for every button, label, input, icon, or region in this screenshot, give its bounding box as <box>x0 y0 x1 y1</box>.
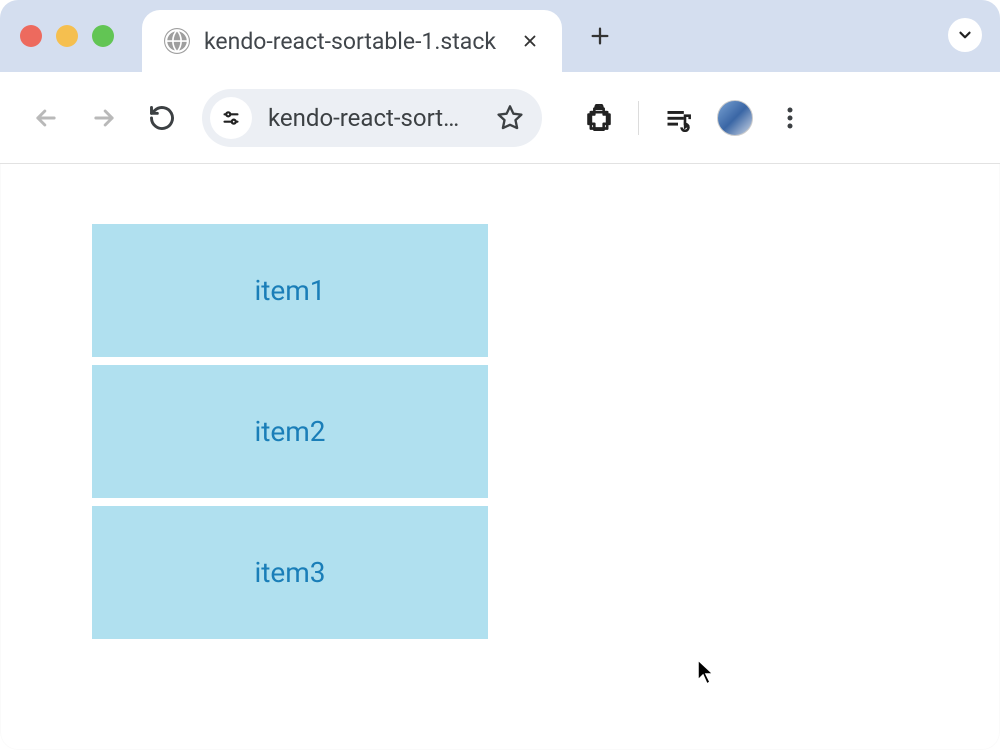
tab-overflow-button[interactable] <box>948 18 982 52</box>
bookmark-star-icon[interactable] <box>496 104 524 132</box>
new-tab-button[interactable] <box>586 22 614 50</box>
active-tab[interactable]: kendo-react-sortable-1.stack <box>142 10 562 72</box>
window-controls <box>20 25 114 47</box>
sortable-item[interactable]: item2 <box>92 365 488 498</box>
sortable-item-label: item3 <box>254 556 325 589</box>
browser-window: kendo-react-sortable-1.stack <box>0 0 1000 750</box>
sortable-list: item1 item2 item3 <box>92 224 488 639</box>
url-text: kendo-react-sort… <box>268 104 480 132</box>
window-close-button[interactable] <box>20 25 42 47</box>
toolbar: kendo-react-sort… <box>0 72 1000 164</box>
page-content: item1 item2 item3 <box>0 164 1000 750</box>
toolbar-right <box>582 100 805 136</box>
sortable-item[interactable]: item1 <box>92 224 488 357</box>
sortable-item-label: item1 <box>254 274 325 307</box>
reload-button[interactable] <box>144 100 180 136</box>
tab-bar: kendo-react-sortable-1.stack <box>0 0 1000 72</box>
media-control-icon[interactable] <box>661 101 695 135</box>
extensions-icon[interactable] <box>582 101 616 135</box>
tab-title: kendo-react-sortable-1.stack <box>204 28 506 55</box>
site-settings-icon[interactable] <box>210 97 252 139</box>
globe-icon <box>164 28 190 54</box>
cursor-icon <box>696 658 716 686</box>
sortable-item[interactable]: item3 <box>92 506 488 639</box>
window-maximize-button[interactable] <box>92 25 114 47</box>
back-button[interactable] <box>28 100 64 136</box>
forward-button[interactable] <box>86 100 122 136</box>
close-tab-button[interactable] <box>520 31 540 51</box>
window-minimize-button[interactable] <box>56 25 78 47</box>
sortable-item-label: item2 <box>254 415 325 448</box>
toolbar-divider <box>638 101 639 135</box>
address-bar[interactable]: kendo-react-sort… <box>202 89 542 147</box>
profile-avatar[interactable] <box>717 100 753 136</box>
browser-menu-button[interactable] <box>775 103 805 133</box>
